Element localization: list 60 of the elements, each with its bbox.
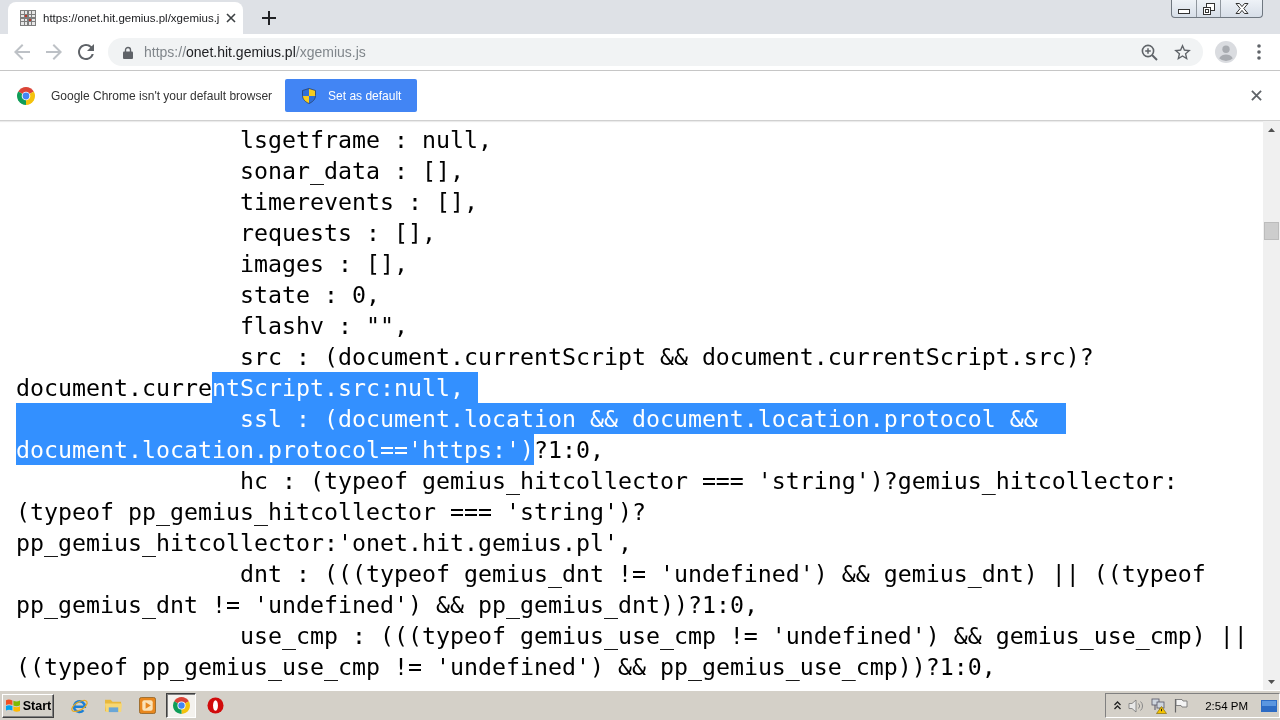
- up-triangle-icon: [1268, 127, 1275, 132]
- show-desktop-icon[interactable]: [1261, 699, 1277, 712]
- code-line: images : [],: [239, 249, 408, 279]
- chrome-logo-icon: [17, 86, 35, 105]
- code-line: state : 0,: [239, 280, 380, 310]
- down-triangle-icon: [1268, 679, 1275, 684]
- media-player-icon: [138, 697, 156, 714]
- flag-icon[interactable]: [1174, 698, 1189, 713]
- o-logo-icon: [206, 697, 224, 714]
- network-warning-icon[interactable]: [1151, 697, 1168, 714]
- forward-arrow-icon: [46, 44, 62, 60]
- zoom-in-icon: [1140, 43, 1158, 61]
- close-icon: [1234, 3, 1249, 14]
- code-line: hc : (typeof gemius_hitcollector === 'string')?gemius_hitcollector:: [239, 466, 1178, 496]
- code-line: lsgetframe : null,: [239, 125, 492, 155]
- restore-icon: [1202, 2, 1215, 15]
- browser-tab[interactable]: https://onet.hit.gemius.pl/xgemius.j: [8, 2, 243, 34]
- code-line: requests : [],: [239, 218, 436, 248]
- reload-icon: [78, 44, 94, 60]
- url-text: https://onet.hit.gemius.pl/xgemius.js: [144, 44, 367, 60]
- minimize-icon: [1178, 9, 1190, 14]
- back-arrow-icon: [14, 44, 30, 60]
- code-line: ((typeof pp_gemius_use_cmp != 'undefined') && pp_gemius_use_cmp))?1:0,: [16, 652, 996, 682]
- code-line: pp_gemius_hitcollector:'onet.hit.gemius.pl',: [16, 528, 632, 558]
- plus-icon: [262, 11, 276, 25]
- chrome-logo-icon: [172, 697, 190, 714]
- clock[interactable]: 2:54 PM: [1205, 699, 1248, 712]
- menu-icon: [1257, 44, 1261, 60]
- code-line: timerevents : [],: [239, 187, 478, 217]
- close-icon: [1250, 90, 1262, 101]
- scrollbar-thumb[interactable]: [1264, 222, 1279, 240]
- start-button[interactable]: Start: [2, 693, 54, 718]
- new-tab-button[interactable]: [259, 8, 279, 28]
- grid-favicon-icon: [20, 10, 36, 26]
- close-infobar-button[interactable]: [1248, 87, 1264, 104]
- close-icon: [226, 13, 237, 23]
- selected-code-text: document.location.protocol=='https:'): [16, 434, 534, 465]
- code-text: document.curre: [16, 373, 212, 403]
- code-line: src : (document.currentScript && document.currentScript.src)?: [239, 342, 1094, 372]
- speaker-icon[interactable]: [1128, 698, 1145, 713]
- selected-code-text: ntScript.src:null,: [211, 372, 478, 403]
- code-line: sonar_data : [],: [239, 156, 464, 186]
- star-icon: [1173, 44, 1191, 60]
- code-line: pp_gemius_dnt != 'undefined') && pp_gemius_dnt))?1:0,: [16, 590, 758, 620]
- start-logo-icon: [4, 698, 21, 713]
- taskbar-button[interactable]: [166, 693, 196, 718]
- folder-icon: [103, 697, 123, 714]
- scrollbar[interactable]: [1263, 121, 1280, 690]
- code-line: dnt : (((typeof gemius_dnt != 'undefined') && gemius_dnt) || ((typeof: [239, 559, 1206, 589]
- avatar-icon: [1215, 41, 1237, 63]
- address-bar[interactable]: https://onet.hit.gemius.pl/xgemius.js: [108, 38, 1203, 66]
- shield-icon: [302, 87, 317, 104]
- code-text: ?1:0,: [533, 435, 604, 465]
- infobar-message: Google Chrome isn't your default browser: [51, 88, 273, 103]
- chevron-up-icon[interactable]: [1114, 701, 1122, 710]
- code-line: (typeof pp_gemius_hitcollector === 'string')?: [16, 497, 646, 527]
- code-line: flashv : "",: [239, 311, 408, 341]
- code-line: use_cmp : (((typeof gemius_use_cmp != 'undefined') && gemius_use_cmp) ||: [239, 621, 1248, 651]
- lock-icon: [123, 45, 133, 59]
- set-default-button[interactable]: Set as default: [285, 79, 418, 112]
